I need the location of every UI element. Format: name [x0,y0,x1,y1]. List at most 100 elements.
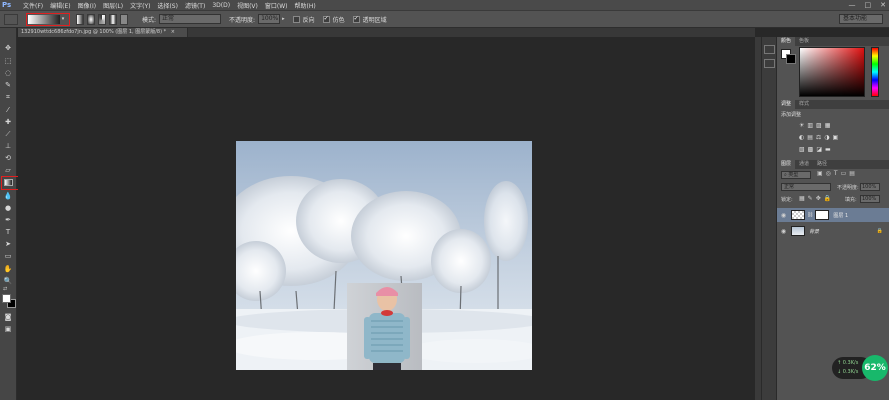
menu-file[interactable]: 文件(F) [23,1,43,10]
dither-label: 仿色 [332,16,345,24]
right-panels: 颜色 色板 调整 样式 添加调整 ☀▥▨▦ ◐▤⚖◑▣ ▧▩◪▬ 图层 通道 路… [777,37,889,400]
document-tab[interactable]: 132910wttdc686zfdo7jn.jpg @ 100% (图层 1, … [18,28,188,37]
menu-type[interactable]: 文字(Y) [130,1,150,10]
reverse-checkbox[interactable] [292,15,300,23]
adjustment-row-3[interactable]: ▧▩◪▬ [799,144,859,156]
menu-bar: Ps 文件(F) 编辑(E) 图像(I) 图层(L) 文字(Y) 选择(S) 滤… [0,0,889,11]
quick-select-tool-icon[interactable]: ✎ [2,80,14,90]
layer-opacity-input[interactable]: 100% [860,183,880,191]
color-field[interactable] [799,47,865,97]
opacity-slider-arrow[interactable]: ▸ [282,16,285,22]
link-icon[interactable]: ⛓ [807,212,813,218]
panel-icon-strip [761,37,777,400]
eye-icon[interactable]: ◉ [779,228,788,235]
opacity-label: 不透明度: [229,16,256,24]
layer-row-layer1[interactable]: ◉ ⛓ 图层 1 [777,208,889,222]
transparency-label: 透明区域 [362,16,387,24]
shape-tool-icon[interactable]: ▭ [2,251,14,261]
menu-select[interactable]: 选择(S) [157,1,178,10]
layer-filter-icons[interactable]: ▣◎T▭▤ [817,170,858,177]
hue-slider[interactable] [871,47,879,97]
adjustment-row-2[interactable]: ◐▤⚖◑▣ [799,132,859,144]
linear-gradient-button[interactable] [76,13,84,25]
clone-stamp-tool-icon[interactable]: ⊥ [2,141,14,151]
lasso-tool-icon[interactable]: ◌ [2,68,14,78]
mode-label: 模式: [142,16,157,24]
adjust-title: 添加调整 [781,112,802,118]
mode-select[interactable]: 正常 [159,14,222,24]
maximize-button[interactable]: □ [865,1,872,9]
close-button[interactable]: ✕ [880,1,886,9]
tab-paths[interactable]: 路径 [813,160,831,169]
options-bar: ▾ 模式: 正常 不透明度: 100% ▸ 反向 仿色 透明区域 基本功能 [0,11,889,28]
path-select-tool-icon[interactable]: ➤ [2,239,14,249]
reflected-gradient-button[interactable] [109,13,117,25]
lock-icons[interactable]: ▦✎✥🔒 [799,195,834,202]
color-panel-tabs: 颜色 色板 [777,37,889,46]
crop-tool-icon[interactable]: ⌗ [2,92,14,102]
transparency-checkbox[interactable] [352,15,360,23]
tab-layers[interactable]: 图层 [777,160,796,169]
hand-tool-icon[interactable]: ✋ [2,264,14,274]
tab-styles[interactable]: 样式 [795,100,813,109]
move-tool-icon[interactable]: ✥ [2,43,14,53]
menu-layer[interactable]: 图层(L) [103,1,123,10]
layer-row-background[interactable]: ◉ 背景 🔒 [777,224,889,238]
dither-checkbox[interactable] [322,15,330,23]
marquee-tool-icon[interactable]: ⬚ [2,56,14,66]
bg-color-chip[interactable] [786,54,796,64]
tab-adjustments[interactable]: 调整 [777,100,796,109]
properties-panel-icon[interactable] [764,59,775,68]
search-icon: ⌕ [784,172,787,178]
layer-name: 背景 [809,228,820,235]
opacity-input[interactable]: 100% [258,14,281,24]
diamond-gradient-button[interactable] [120,13,128,25]
lock-label: 锁定: [781,197,793,203]
tab-swatches[interactable]: 色板 [795,37,813,46]
layer-mask-thumbnail[interactable] [815,210,830,220]
type-tool-icon[interactable]: T [2,227,14,237]
document-title: 132910wttdc686zfdo7jn.jpg @ 100% (图层 1, … [21,29,167,35]
fill-input[interactable]: 100% [860,195,880,203]
minimize-button[interactable]: — [849,1,856,9]
zoom-tool-icon[interactable]: 🔍 [2,276,14,286]
speed-badge[interactable]: 62% [862,355,888,381]
menu-window[interactable]: 窗口(W) [265,1,288,10]
tab-channels[interactable]: 通道 [795,160,813,169]
menu-3d[interactable]: 3D(D) [212,2,230,9]
menu-help[interactable]: 帮助(H) [295,1,316,10]
history-brush-tool-icon[interactable]: ⟲ [2,153,14,163]
workspace-select[interactable]: 基本功能 [839,14,883,24]
tab-color[interactable]: 颜色 [777,37,796,46]
angle-gradient-button[interactable] [98,13,106,25]
menu-filter[interactable]: 滤镜(T) [185,1,205,10]
eye-icon[interactable]: ◉ [779,212,788,219]
blend-mode-select[interactable]: 正常 [781,183,831,191]
history-panel-icon[interactable] [764,45,775,54]
adjustment-row-1[interactable]: ☀▥▨▦ [799,120,859,132]
document-image[interactable] [236,141,532,370]
screen-mode-icon[interactable]: ▣ [2,324,14,334]
foreground-color-swatch[interactable] [2,294,11,303]
blur-tool-icon[interactable]: 💧 [2,191,14,201]
eraser-tool-icon[interactable]: ▱ [2,165,14,175]
gradient-picker[interactable]: ▾ [26,12,70,26]
layer-filter-kind: 类型 [788,172,799,178]
dodge-tool-icon[interactable]: ● [2,203,14,213]
brush-tool-icon[interactable]: ⟋ [2,129,14,139]
menu-image[interactable]: 图像(I) [78,1,96,10]
tool-preset-button[interactable] [4,13,18,25]
adjustment-icons: ☀▥▨▦ ◐▤⚖◑▣ ▧▩◪▬ [799,120,859,156]
healing-brush-tool-icon[interactable]: ✚ [2,117,14,127]
quick-mask-icon[interactable]: ◙ [2,312,14,322]
layer-filter-select[interactable]: ⌕ 类型 [781,171,811,179]
radial-gradient-button[interactable] [87,13,95,25]
eyedropper-tool-icon[interactable]: ⁄ [2,105,14,115]
menu-view[interactable]: 视图(V) [237,1,258,10]
gradient-swatch [28,14,60,24]
pen-tool-icon[interactable]: ✒ [2,215,14,225]
close-tab-icon[interactable]: × [171,29,175,35]
layer-opacity-label: 不透明度: [837,185,859,191]
swap-colors-icon[interactable]: ⇄ [3,286,11,292]
menu-edit[interactable]: 编辑(E) [50,1,70,10]
